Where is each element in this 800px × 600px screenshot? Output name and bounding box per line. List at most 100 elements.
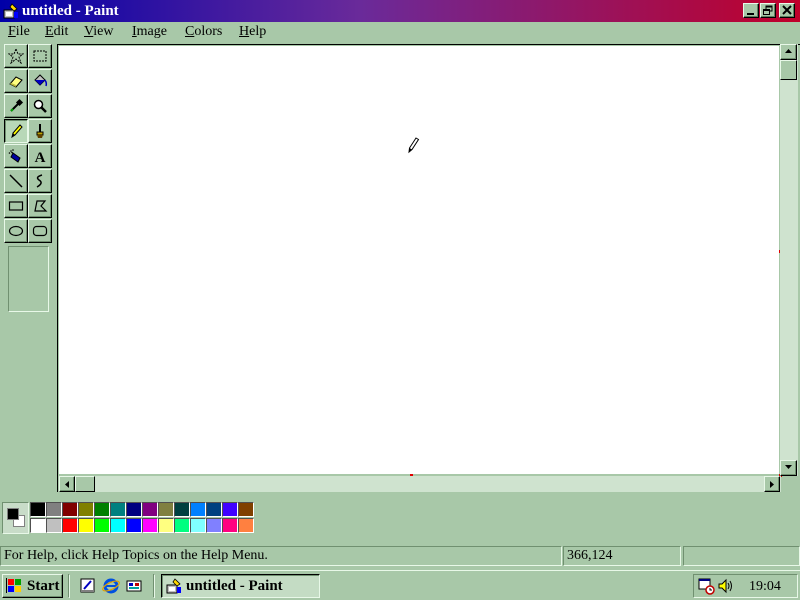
system-tray: 19:04 [693, 574, 798, 598]
channels-icon[interactable] [125, 577, 143, 595]
color-swatch[interactable] [222, 518, 238, 533]
tool-airbrush[interactable] [4, 144, 28, 168]
tool-fill-with-color[interactable] [28, 69, 52, 93]
paint-app-icon[interactable] [3, 3, 19, 19]
task-button-paint[interactable]: untitled - Paint [161, 574, 320, 598]
current-colors-indicator[interactable] [2, 502, 29, 534]
color-swatch[interactable] [62, 502, 78, 517]
color-swatch[interactable] [30, 502, 46, 517]
color-swatch[interactable] [190, 518, 206, 533]
scheduler-icon[interactable] [698, 577, 716, 595]
taskbar-separator [68, 574, 70, 598]
eyedropper-icon [10, 98, 24, 112]
color-palette [30, 502, 258, 534]
close-button[interactable] [779, 3, 795, 18]
internet-explorer-icon[interactable] [102, 577, 120, 595]
menu-edit[interactable]: Edit [45, 23, 68, 41]
minimize-icon [747, 13, 754, 15]
windows-logo-icon [6, 578, 21, 593]
color-swatch[interactable] [62, 518, 78, 533]
color-swatch[interactable] [78, 518, 94, 533]
foreground-color[interactable] [7, 508, 19, 520]
color-swatch[interactable] [142, 502, 158, 517]
tool-rectangle[interactable] [4, 194, 28, 218]
status-coordinates: 366,124 [563, 546, 681, 566]
tool-magnifier[interactable] [28, 94, 52, 118]
color-swatch[interactable] [190, 502, 206, 517]
scroll-left-button[interactable] [59, 476, 75, 492]
rectangle-icon [8, 201, 24, 211]
scroll-right-button[interactable] [764, 476, 780, 492]
color-swatch[interactable] [30, 518, 46, 533]
color-swatch[interactable] [158, 502, 174, 517]
color-swatch[interactable] [78, 502, 94, 517]
color-swatch[interactable] [94, 518, 110, 533]
brush-icon [36, 124, 44, 138]
magnifier-icon [33, 99, 47, 113]
scroll-down-button[interactable] [780, 460, 797, 476]
tool-free-form-select[interactable] [4, 44, 28, 68]
arrow-up-icon [785, 49, 792, 53]
menu-file[interactable]: File [8, 23, 30, 41]
task-button-label: untitled - Paint [186, 578, 283, 594]
color-swatch[interactable] [126, 518, 142, 533]
tool-pick-color[interactable] [4, 94, 28, 118]
color-swatch[interactable] [222, 502, 238, 517]
title-bar[interactable]: untitled - Paint [0, 0, 800, 22]
menu-help[interactable]: Help [239, 23, 266, 41]
text-icon: A [35, 150, 46, 164]
color-swatch[interactable] [174, 518, 190, 533]
color-swatch[interactable] [110, 502, 126, 517]
taskbar-separator-2 [153, 574, 155, 598]
color-swatch[interactable] [174, 502, 190, 517]
menu-colors[interactable]: Colors [185, 23, 222, 41]
scroll-up-button[interactable] [780, 44, 797, 60]
tool-curve[interactable] [28, 169, 52, 193]
volume-icon[interactable] [717, 577, 735, 595]
color-swatch[interactable] [110, 518, 126, 533]
rounded-rectangle-icon [32, 225, 48, 237]
vertical-scroll-thumb[interactable] [780, 60, 797, 80]
svg-text:A: A [35, 150, 46, 164]
tool-select[interactable] [28, 44, 52, 68]
star-select-icon [8, 48, 24, 64]
menu-view[interactable]: View [84, 23, 114, 41]
drawing-canvas[interactable] [59, 46, 779, 474]
tool-rounded-rectangle[interactable] [28, 219, 52, 243]
horizontal-scrollbar[interactable] [59, 476, 781, 492]
restore-button[interactable] [760, 3, 776, 18]
tool-polygon[interactable] [28, 194, 52, 218]
ellipse-icon [8, 225, 24, 237]
pencil-icon [11, 124, 23, 139]
minimize-button[interactable] [743, 3, 759, 18]
color-swatch[interactable] [238, 502, 254, 517]
color-swatch[interactable] [238, 518, 254, 533]
color-swatch[interactable] [46, 502, 62, 517]
paint-app-icon [166, 578, 181, 594]
arrow-right-icon [770, 481, 774, 488]
tool-line[interactable] [4, 169, 28, 193]
tool-brush[interactable] [28, 119, 52, 143]
arrow-left-icon [65, 481, 69, 488]
horizontal-scroll-thumb[interactable] [75, 476, 95, 492]
window-title: untitled - Paint [22, 3, 119, 19]
start-label: Start [27, 578, 60, 594]
tool-ellipse[interactable] [4, 219, 28, 243]
vertical-scrollbar[interactable] [780, 44, 798, 476]
tool-options-box[interactable] [8, 246, 49, 312]
tool-text[interactable]: A [28, 144, 52, 168]
pencil-cursor-icon [406, 136, 420, 154]
color-swatch[interactable] [142, 518, 158, 533]
tool-eraser[interactable] [4, 69, 28, 93]
color-swatch[interactable] [126, 502, 142, 517]
color-swatch[interactable] [206, 518, 222, 533]
color-swatch[interactable] [158, 518, 174, 533]
start-button[interactable]: Start [2, 574, 63, 598]
color-swatch[interactable] [46, 518, 62, 533]
menu-image[interactable]: Image [132, 23, 167, 41]
tool-pencil[interactable] [4, 119, 28, 143]
quick-launch-desktop-icon[interactable] [79, 577, 97, 595]
close-icon [782, 5, 792, 15]
color-swatch[interactable] [94, 502, 110, 517]
color-swatch[interactable] [206, 502, 222, 517]
